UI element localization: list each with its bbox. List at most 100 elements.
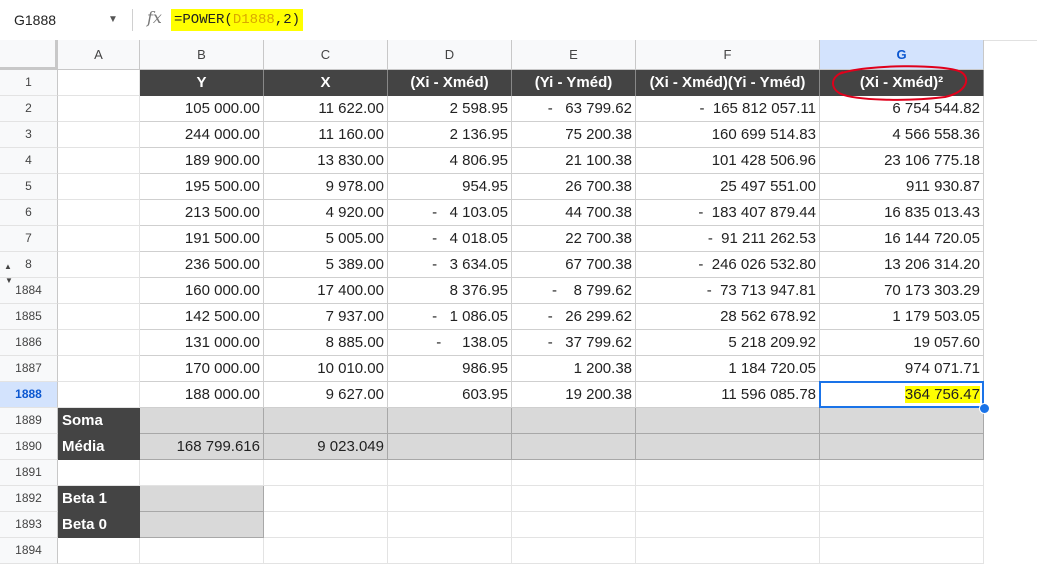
data-cell[interactable]: 170 000.00 [140, 356, 264, 382]
soma-label[interactable]: Soma [58, 408, 140, 434]
data-cell[interactable]: 1 200.38 [512, 356, 636, 382]
empty-cell[interactable] [388, 460, 512, 486]
data-cell[interactable]: 25 497 551.00 [636, 174, 820, 200]
media-label[interactable]: Média [58, 434, 140, 460]
soma-cell[interactable] [264, 408, 388, 434]
column-header-e[interactable]: E [512, 40, 636, 70]
data-cell[interactable]: 13 206 314.20 [820, 252, 984, 278]
cell-a1887[interactable] [58, 356, 140, 382]
data-cell[interactable]: - 91 211 262.53 [636, 226, 820, 252]
cell-a3[interactable] [58, 122, 140, 148]
fill-handle[interactable] [979, 403, 990, 414]
empty-cell[interactable] [140, 460, 264, 486]
media-cell[interactable] [636, 434, 820, 460]
empty-cell[interactable] [820, 460, 984, 486]
empty-cell[interactable] [820, 512, 984, 538]
media-cell[interactable]: 168 799.616 [140, 434, 264, 460]
data-cell[interactable]: 7 937.00 [264, 304, 388, 330]
empty-cell[interactable] [512, 486, 636, 512]
data-cell[interactable]: 188 000.00 [140, 382, 264, 408]
cell-a6[interactable] [58, 200, 140, 226]
empty-cell[interactable] [388, 486, 512, 512]
soma-cell[interactable] [140, 408, 264, 434]
data-cell[interactable]: 131 000.00 [140, 330, 264, 356]
header-cell-f[interactable]: (Xi - Xméd)(Yi - Yméd) [636, 70, 820, 96]
data-cell[interactable]: - 246 026 532.80 [636, 252, 820, 278]
data-cell[interactable]: 191 500.00 [140, 226, 264, 252]
column-header-c[interactable]: C [264, 40, 388, 70]
beta1-label[interactable]: Beta 1 [58, 486, 140, 512]
data-cell[interactable]: 974 071.71 [820, 356, 984, 382]
data-cell[interactable]: 1 184 720.05 [636, 356, 820, 382]
empty-cell[interactable] [636, 538, 820, 564]
data-cell[interactable]: 5 218 209.92 [636, 330, 820, 356]
row-header-1888[interactable]: 1888 [0, 382, 58, 408]
empty-cell[interactable] [264, 486, 388, 512]
row-header-4[interactable]: 4 [0, 148, 58, 174]
data-cell[interactable]: 2 598.95 [388, 96, 512, 122]
header-cell-c[interactable]: X [264, 70, 388, 96]
data-cell[interactable]: 19 057.60 [820, 330, 984, 356]
cell-a1[interactable] [58, 70, 140, 96]
empty-cell[interactable] [264, 538, 388, 564]
data-cell[interactable]: 244 000.00 [140, 122, 264, 148]
empty-cell[interactable] [512, 538, 636, 564]
row-header-1890[interactable]: 1890 [0, 434, 58, 460]
media-cell[interactable] [512, 434, 636, 460]
expand-down-icon[interactable]: ▼ [5, 276, 13, 285]
empty-cell[interactable] [140, 538, 264, 564]
data-cell[interactable]: 22 700.38 [512, 226, 636, 252]
data-cell[interactable]: 189 900.00 [140, 148, 264, 174]
data-cell[interactable]: - 183 407 879.44 [636, 200, 820, 226]
data-cell[interactable]: 142 500.00 [140, 304, 264, 330]
data-cell[interactable]: 11 160.00 [264, 122, 388, 148]
empty-cell[interactable] [388, 512, 512, 538]
data-cell[interactable]: - 8 799.62 [512, 278, 636, 304]
column-header-d[interactable]: D [388, 40, 512, 70]
data-cell[interactable]: 5 005.00 [264, 226, 388, 252]
data-cell[interactable]: 1 179 503.05 [820, 304, 984, 330]
row-header-1894[interactable]: 1894 [0, 538, 58, 564]
beta0-cell[interactable] [140, 512, 264, 538]
column-header-b[interactable]: B [140, 40, 264, 70]
empty-cell[interactable] [820, 538, 984, 564]
data-cell[interactable]: 986.95 [388, 356, 512, 382]
data-cell[interactable]: - 3 634.05 [388, 252, 512, 278]
cell-a1885[interactable] [58, 304, 140, 330]
cell-a7[interactable] [58, 226, 140, 252]
data-cell[interactable]: 10 010.00 [264, 356, 388, 382]
formula-input[interactable]: =POWER(D1888,2) [171, 9, 304, 31]
data-cell[interactable]: 236 500.00 [140, 252, 264, 278]
data-cell[interactable]: 160 699 514.83 [636, 122, 820, 148]
empty-cell[interactable] [264, 512, 388, 538]
cell-a8[interactable] [58, 252, 140, 278]
data-cell[interactable]: 13 830.00 [264, 148, 388, 174]
data-cell[interactable]: 11 622.00 [264, 96, 388, 122]
data-cell[interactable]: 11 596 085.78 [636, 382, 820, 408]
header-cell-b[interactable]: Y [140, 70, 264, 96]
cell-a1894[interactable] [58, 538, 140, 564]
row-header-7[interactable]: 7 [0, 226, 58, 252]
empty-cell[interactable] [388, 538, 512, 564]
cell-a1884[interactable] [58, 278, 140, 304]
empty-cell[interactable] [264, 460, 388, 486]
row-header-1892[interactable]: 1892 [0, 486, 58, 512]
row-header-3[interactable]: 3 [0, 122, 58, 148]
data-cell[interactable]: 5 389.00 [264, 252, 388, 278]
data-cell[interactable]: 105 000.00 [140, 96, 264, 122]
data-cell[interactable]: 19 200.38 [512, 382, 636, 408]
row-header-6[interactable]: 6 [0, 200, 58, 226]
name-box[interactable]: G1888 ▼ [14, 9, 122, 31]
row-header-1885[interactable]: 1885 [0, 304, 58, 330]
data-cell[interactable]: 4 566 558.36 [820, 122, 984, 148]
cell-a1886[interactable] [58, 330, 140, 356]
soma-cell[interactable] [636, 408, 820, 434]
row-header-2[interactable]: 2 [0, 96, 58, 122]
data-cell[interactable]: 8 885.00 [264, 330, 388, 356]
row-header-1893[interactable]: 1893 [0, 512, 58, 538]
data-cell[interactable]: - 4 018.05 [388, 226, 512, 252]
data-cell[interactable]: 2 136.95 [388, 122, 512, 148]
row-header-1[interactable]: 1 [0, 70, 58, 96]
data-cell[interactable]: - 1 086.05 [388, 304, 512, 330]
row-header-1891[interactable]: 1891 [0, 460, 58, 486]
